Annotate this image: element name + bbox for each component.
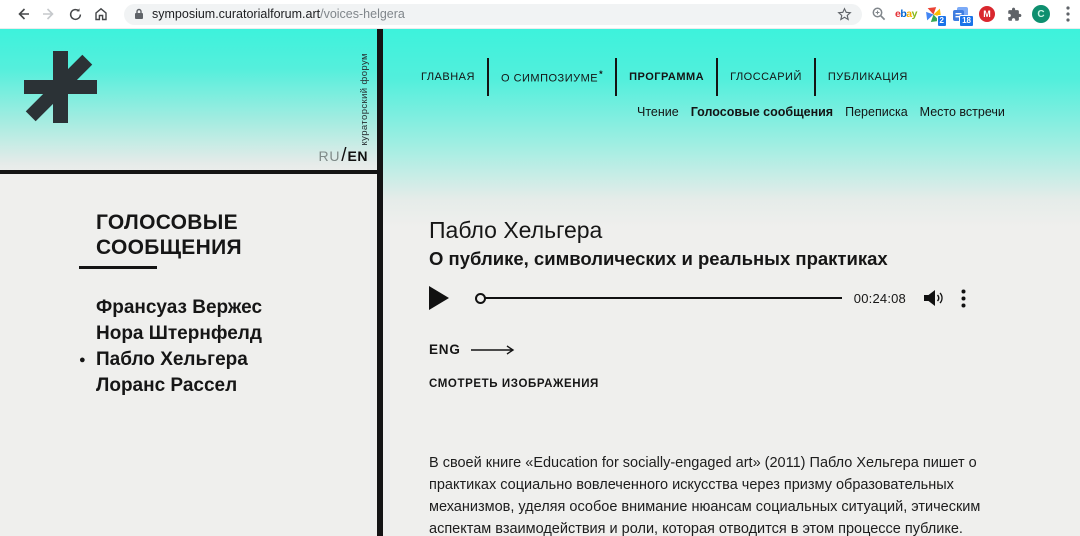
eng-label: ENG: [429, 342, 461, 357]
browser-toolbar: symposium.curatorialforum.art/voices-hel…: [0, 0, 1080, 29]
asterisk-logo-icon[interactable]: [24, 51, 98, 124]
forward-button[interactable]: [36, 2, 62, 26]
page-title: Пабло Хельгера: [429, 218, 1040, 243]
play-button[interactable]: [429, 286, 449, 310]
bookmark-star-icon[interactable]: [837, 7, 852, 22]
subnav-item-perepiska[interactable]: Переписка: [845, 105, 908, 119]
lock-icon: [134, 8, 144, 20]
sidebar-item-sternfeld[interactable]: Нора Штернфелд: [96, 321, 377, 347]
avatar-icon: C: [1032, 5, 1050, 23]
extensions-puzzle-button[interactable]: [1005, 5, 1023, 23]
browser-menu-button[interactable]: [1059, 5, 1077, 23]
ebay-extension-icon[interactable]: ebay: [897, 5, 915, 23]
nav-item-glavnaya[interactable]: ГЛАВНАЯ: [421, 71, 475, 83]
refresh-button[interactable]: [62, 2, 88, 26]
mega-extension-icon[interactable]: M: [978, 5, 996, 23]
sidebar: ГОЛОСОВЫЕ СООБЩЕНИЯ Франсуаз Вержес Нора…: [0, 174, 377, 536]
nav-divider: [487, 58, 489, 96]
time-display: 00:24:08: [854, 291, 906, 306]
play-icon: [429, 286, 449, 310]
magnifier-icon: [871, 6, 887, 22]
calendar-badge: 18: [959, 15, 974, 27]
subnav-item-golosovye[interactable]: Голосовые сообщения: [691, 105, 833, 119]
home-button[interactable]: [88, 2, 114, 26]
ebay-logo: ebay: [895, 8, 917, 20]
nav-divider: [615, 58, 617, 96]
sidebar-item-helguera[interactable]: ●Пабло Хельгера: [96, 347, 377, 373]
subnav-item-mesto-vstrechi[interactable]: Место встречи: [920, 105, 1005, 119]
kebab-menu-icon: [1066, 6, 1070, 22]
home-icon: [93, 6, 109, 22]
avatar-letter: C: [1037, 9, 1044, 20]
page: кураторский форум RU / EN ГОЛОСОВЫЕ СООБ…: [0, 29, 1080, 536]
main-nav: ГЛАВНАЯ О СИМПОЗИУМЕ* ПРОГРАММА ГЛОССАРИ…: [421, 58, 1080, 96]
zoom-extension-icon[interactable]: [870, 5, 888, 23]
back-arrow-icon: [15, 6, 31, 22]
mega-icon: M: [979, 6, 995, 22]
player-menu-button[interactable]: [961, 289, 966, 308]
pinwheel-badge: 2: [937, 15, 947, 27]
long-arrow-icon: [471, 345, 515, 355]
url-domain: symposium.curatorialforum.art: [152, 7, 320, 21]
url-text: symposium.curatorialforum.art/voices-hel…: [152, 7, 837, 21]
forward-arrow-icon: [41, 6, 57, 22]
eng-link[interactable]: ENG: [429, 342, 515, 357]
subnav-item-chtenie[interactable]: Чтение: [637, 105, 679, 119]
url-path: /voices-helgera: [320, 7, 405, 21]
address-bar[interactable]: symposium.curatorialforum.art/voices-hel…: [124, 4, 862, 25]
nav-item-glossariy[interactable]: ГЛОССАРИЙ: [730, 71, 802, 83]
site-header-right: ГЛАВНАЯ О СИМПОЗИУМЕ* ПРОГРАММА ГЛОССАРИ…: [383, 29, 1080, 119]
nav-item-programma[interactable]: ПРОГРАММА: [629, 71, 704, 83]
mega-letter: M: [983, 9, 991, 19]
sidebar-title-line1: ГОЛОСОВЫЕ: [96, 210, 377, 235]
main-content: Пабло Хельгера О публике, символических …: [383, 119, 1080, 536]
description-paragraph: В своей книге «Education for socially-en…: [429, 452, 1017, 536]
volume-icon: [924, 289, 946, 307]
calendar-extension-icon[interactable]: 18: [951, 5, 969, 23]
seek-slider[interactable]: [475, 293, 842, 304]
lang-en[interactable]: EN: [348, 148, 368, 164]
view-images-link[interactable]: СМОТРЕТЬ ИЗОБРАЖЕНИЯ: [429, 378, 599, 390]
page-subtitle: О публике, символических и реальных прак…: [429, 248, 1040, 270]
nav-item-o-simpoziume[interactable]: О СИМПОЗИУМЕ*: [501, 69, 603, 85]
puzzle-icon: [1007, 7, 1022, 22]
side-label: кураторский форум: [359, 53, 370, 146]
player-kebab-icon: [961, 289, 966, 308]
nav-item-publikaciya[interactable]: ПУБЛИКАЦИЯ: [828, 71, 908, 83]
lang-divider: /: [341, 145, 346, 167]
sidebar-item-rassel[interactable]: Лоранс Рассел: [96, 373, 377, 399]
profile-avatar[interactable]: C: [1032, 5, 1050, 23]
nav-divider: [716, 58, 718, 96]
sub-nav: Чтение Голосовые сообщения Переписка Мес…: [637, 105, 1080, 119]
extensions-row: ebay 2 18 M C: [870, 5, 1077, 23]
refresh-icon: [68, 7, 83, 22]
pinwheel-extension-icon[interactable]: 2: [924, 5, 942, 23]
site-header-left: кураторский форум RU / EN: [0, 29, 377, 174]
right-panel: ГЛАВНАЯ О СИМПОЗИУМЕ* ПРОГРАММА ГЛОССАРИ…: [383, 29, 1080, 536]
voices-list: Франсуаз Вержес Нора Штернфелд ●Пабло Хе…: [96, 295, 377, 399]
sidebar-item-verges[interactable]: Франсуаз Вержес: [96, 295, 377, 321]
slider-track[interactable]: [485, 297, 842, 299]
title-underline: [79, 266, 157, 269]
language-switcher[interactable]: RU / EN: [318, 145, 368, 167]
sidebar-title-line2: СООБЩЕНИЯ: [96, 235, 377, 260]
back-button[interactable]: [10, 2, 36, 26]
active-item-marker: ●: [79, 347, 86, 373]
nav-asterisk-icon: *: [599, 69, 603, 79]
sidebar-title: ГОЛОСОВЫЕ СООБЩЕНИЯ: [96, 210, 377, 260]
volume-button[interactable]: [924, 289, 946, 307]
left-panel: кураторский форум RU / EN ГОЛОСОВЫЕ СООБ…: [0, 29, 383, 536]
lang-ru[interactable]: RU: [318, 148, 340, 164]
audio-player: 00:24:08: [429, 284, 966, 312]
nav-divider: [814, 58, 816, 96]
